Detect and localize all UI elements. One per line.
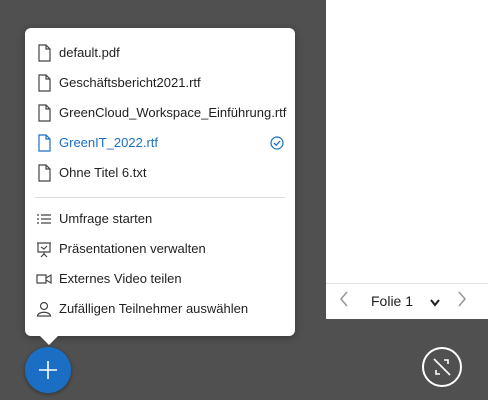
previous-slide-button[interactable] [338,290,350,313]
select-random-participant-item[interactable]: Zufälligen Teilnehmer auswählen [25,294,295,324]
actions-plus-button[interactable] [25,347,71,393]
file-name: GreenCloud_Workspace_Einführung.rtf [59,105,287,120]
menu-divider [35,197,285,198]
next-slide-button[interactable] [456,290,468,313]
action-label: Zufälligen Teilnehmer auswählen [59,301,249,316]
user-icon [36,301,52,317]
presentation-slide [326,0,488,318]
check-circle-icon [270,136,284,150]
file-name: default.pdf [59,45,120,60]
file-item-geschaeftsbericht[interactable]: Geschäftsbericht2021.rtf [25,68,295,98]
actions-menu: default.pdf Geschäftsbericht2021.rtf Gre… [25,28,295,345]
action-label: Präsentationen verwalten [59,241,206,256]
slide-selector[interactable]: Folie 1 [371,293,413,309]
file-item-ohne-titel[interactable]: Ohne Titel 6.txt [25,158,295,188]
share-external-video-item[interactable]: Externes Video teilen [25,264,295,294]
action-label: Umfrage starten [59,211,153,226]
manage-presentations-item[interactable]: Präsentationen verwalten [25,234,295,264]
chevron-down-icon[interactable] [429,295,441,313]
file-name: Geschäftsbericht2021.rtf [59,75,201,90]
slide-navigation-bar: Folie 1 [326,283,488,319]
file-item-default-pdf[interactable]: default.pdf [25,38,295,68]
plus-icon [39,361,57,379]
file-item-greenit-active[interactable]: GreenIT_2022.rtf [25,128,295,158]
document-icon [38,164,51,182]
list-icon [37,214,51,224]
toggle-presentation-button[interactable] [422,347,462,387]
start-poll-item[interactable]: Umfrage starten [25,204,295,234]
document-icon [38,44,51,62]
document-icon [38,134,51,152]
chevron-left-icon [339,291,348,307]
presentation-icon [37,242,51,258]
minimize-presentation-icon [433,358,451,376]
file-name: GreenIT_2022.rtf [59,135,158,150]
document-icon [38,104,51,122]
file-name: Ohne Titel 6.txt [59,165,147,180]
chevron-right-icon [458,291,467,307]
video-camera-icon [36,273,52,285]
file-item-greencloud[interactable]: GreenCloud_Workspace_Einführung.rtf [25,98,295,128]
action-label: Externes Video teilen [59,271,182,286]
document-icon [38,74,51,92]
